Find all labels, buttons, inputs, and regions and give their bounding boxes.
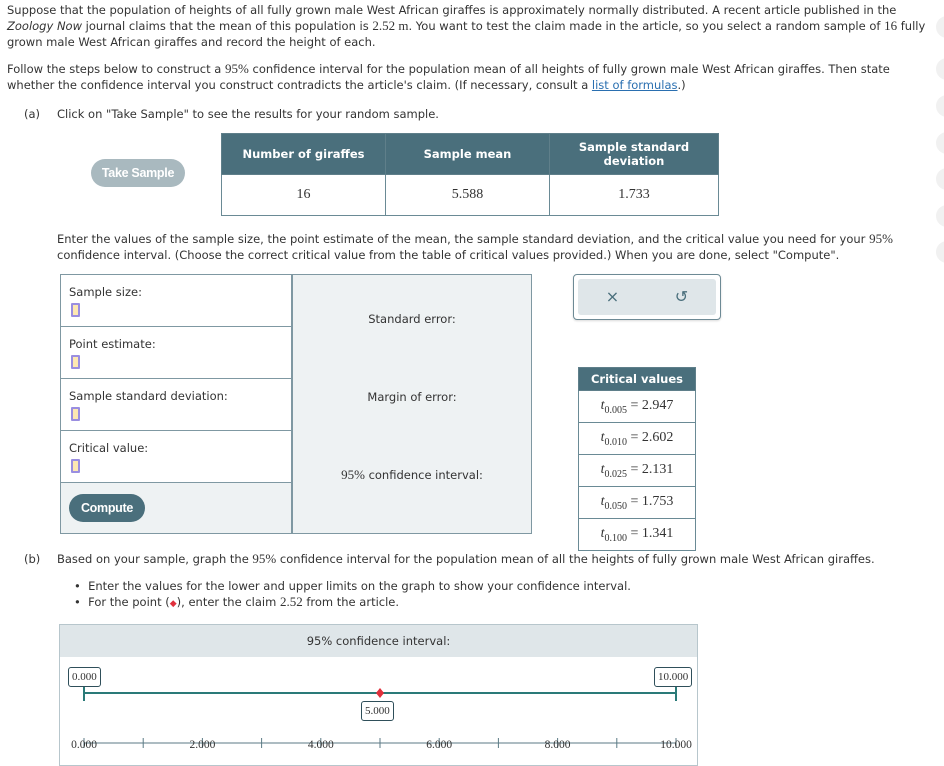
- header-number-of-giraffes: Number of giraffes: [221, 133, 386, 175]
- take-sample-button[interactable]: Take Sample: [91, 159, 185, 187]
- sample-size-text: 16: [884, 18, 898, 33]
- sample-size-input[interactable]: [71, 303, 80, 317]
- critical-value-input[interactable]: [71, 459, 80, 473]
- standard-error-label: Standard error:: [368, 312, 456, 326]
- critical-value-label: Critical value:: [69, 441, 149, 455]
- confidence-interval-label: 95% confidence interval:: [341, 467, 483, 482]
- enter-values-instruction: Enter the values of the sample size, the…: [57, 231, 893, 262]
- critical-value-row: t0.050 = 1.753: [578, 486, 696, 519]
- critical-values-table: Critical values t0.005 = 2.947 t0.010 = …: [578, 367, 696, 551]
- sample-std-dev-input[interactable]: [71, 407, 80, 421]
- output-column: Standard error: Margin of error: 95% con…: [293, 275, 531, 533]
- journal-name: Zoology Now: [7, 19, 82, 33]
- value-sample-mean: 5.588: [385, 174, 550, 216]
- claim-point-handle[interactable]: [376, 688, 384, 698]
- value-sample-std-dev: 1.733: [549, 174, 719, 216]
- critical-value-row: t0.100 = 1.341: [578, 518, 696, 551]
- point-estimate-cell: Point estimate:: [61, 327, 291, 379]
- side-tab-marker: [936, 132, 944, 154]
- undo-icon[interactable]: ↺: [647, 279, 716, 315]
- formulas-link[interactable]: list of formulas: [592, 78, 678, 92]
- upper-limit-input[interactable]: 10.000: [654, 667, 693, 687]
- side-tab-marker: [936, 205, 944, 227]
- side-tab-marker: [936, 16, 944, 38]
- header-sample-std-dev: Sample standard deviation: [549, 133, 719, 175]
- compute-button[interactable]: Compute: [69, 494, 145, 522]
- axis-tick-label: 2.000: [189, 739, 216, 751]
- value-number-of-giraffes: 16: [221, 174, 386, 216]
- graph-canvas: [83, 685, 677, 748]
- critical-values-header: Critical values: [578, 367, 696, 391]
- sample-std-dev-label: Sample standard deviation:: [69, 389, 228, 403]
- sample-size-label: Sample size:: [69, 285, 142, 299]
- red-diamond-icon: ◆: [169, 599, 177, 609]
- claim-value: 2.52 m: [372, 18, 409, 33]
- part-a-instruction: Click on "Take Sample" to see the result…: [57, 107, 439, 121]
- sample-results-table: Number of giraffes Sample mean Sample st…: [221, 133, 719, 216]
- part-b-marker: (b): [24, 552, 41, 566]
- critical-value-row: t0.025 = 2.131: [578, 454, 696, 487]
- axis-tick-label: 4.000: [307, 739, 334, 751]
- sample-size-cell: Sample size:: [61, 275, 291, 327]
- bullet-list: • Enter the values for the lower and upp…: [74, 578, 631, 612]
- critical-value-row: t0.010 = 2.602: [578, 422, 696, 455]
- confidence-interval-graph: 95% confidence interval: 0.000 10.000 5.…: [59, 624, 698, 766]
- side-tab-marker: [936, 168, 944, 190]
- side-tab-marker: [936, 58, 944, 80]
- answer-toolbar: × ↺: [573, 274, 721, 320]
- part-b-instruction: Based on your sample, graph the 95% conf…: [57, 551, 875, 566]
- axis-tick-label: 10.000: [660, 739, 692, 751]
- side-tab-marker: [936, 95, 944, 117]
- axis-tick-label: 6.000: [426, 739, 453, 751]
- point-estimate-label: Point estimate:: [69, 337, 156, 351]
- sample-std-dev-cell: Sample standard deviation:: [61, 379, 291, 431]
- margin-of-error-label: Margin of error:: [367, 390, 457, 404]
- side-tab-marker: [936, 241, 944, 263]
- bullet-item: • For the point (◆), enter the claim 2.5…: [74, 594, 400, 609]
- bullet-item: • Enter the values for the lower and upp…: [74, 579, 631, 593]
- claim-point-input[interactable]: 5.000: [361, 701, 394, 721]
- axis-tick-label: 0.000: [71, 739, 97, 751]
- instructions: Follow the steps below to construct a 95…: [7, 61, 890, 92]
- lower-limit-input[interactable]: 0.000: [68, 667, 101, 687]
- axis-tick-label: 8.000: [544, 739, 571, 751]
- header-sample-mean: Sample mean: [385, 133, 550, 175]
- critical-value-cell: Critical value:: [61, 431, 291, 483]
- part-a-marker: (a): [24, 107, 41, 121]
- point-estimate-input[interactable]: [71, 355, 80, 369]
- clear-icon[interactable]: ×: [578, 279, 647, 315]
- problem-intro: Suppose that the population of heights o…: [7, 3, 926, 49]
- critical-value-row: t0.005 = 2.947: [578, 390, 696, 423]
